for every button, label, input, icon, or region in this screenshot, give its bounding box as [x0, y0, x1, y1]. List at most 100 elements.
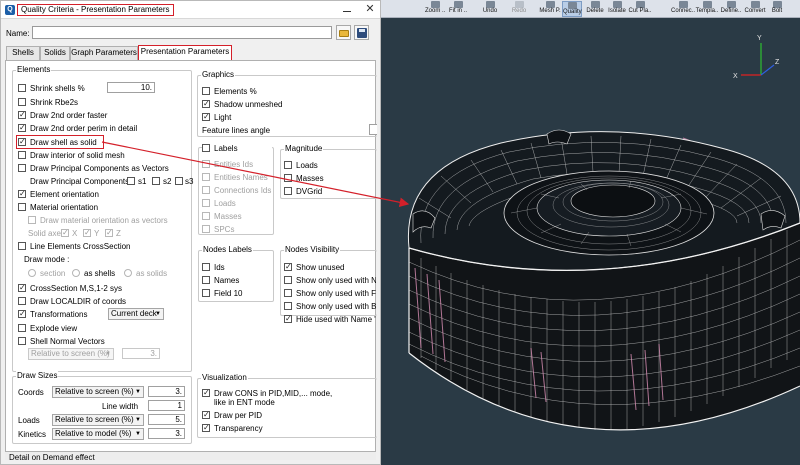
- show-used-name-checkbox[interactable]: [284, 276, 292, 284]
- axis-y-checkbox[interactable]: ✓: [83, 229, 91, 237]
- label-masses-checkbox[interactable]: [202, 212, 210, 220]
- zoom-button[interactable]: Zoom ..: [425, 1, 445, 17]
- s3-checkbox[interactable]: [175, 177, 183, 185]
- draw-localdir-checkbox[interactable]: [18, 297, 26, 305]
- cut-plane-icon: [635, 1, 645, 8]
- mode-solids-radio[interactable]: [124, 269, 132, 277]
- coords-select[interactable]: Relative to screen (%) ▼: [52, 386, 144, 398]
- dialog-titlebar[interactable]: Q Quality Criteria - Presentation Parame…: [1, 1, 380, 19]
- element-orientation-checkbox[interactable]: ✓: [18, 190, 26, 198]
- cut-plane-button[interactable]: Cut Pla..: [628, 1, 652, 17]
- magnitude-dvgrid-checkbox[interactable]: [284, 187, 292, 195]
- label-connections-ids-checkbox[interactable]: [202, 186, 210, 194]
- nodes-label-names-checkbox[interactable]: [202, 276, 210, 284]
- crosssection-checkbox[interactable]: ✓: [18, 284, 26, 292]
- tab-solids[interactable]: Solids: [40, 46, 70, 60]
- mesh-model-view[interactable]: Y X Z: [381, 18, 800, 465]
- draw-2nd-order-faster-row: ✓ Draw 2nd order faster: [18, 110, 188, 121]
- bolt-button[interactable]: Bolt: [769, 1, 785, 17]
- fit-in-button[interactable]: Fit in ..: [447, 1, 469, 17]
- show-used-bolt-checkbox[interactable]: [284, 302, 292, 310]
- draw-per-pid-checkbox[interactable]: ✓: [202, 411, 210, 419]
- show-used-name-row: Show only used with Nam: [284, 275, 376, 286]
- coords-size-input[interactable]: 3.: [148, 386, 185, 397]
- draw-2nd-order-perim-checkbox[interactable]: ✓: [18, 124, 26, 132]
- elements-pct-checkbox[interactable]: [202, 87, 210, 95]
- shell-normal-input[interactable]: 3.: [122, 348, 160, 359]
- light-checkbox[interactable]: ✓: [202, 113, 210, 121]
- label-entities-ids-checkbox[interactable]: [202, 160, 210, 168]
- labels-checkbox[interactable]: [202, 144, 210, 152]
- hide-used-name-row: ✓ Hide used with Name "Sa: [284, 314, 376, 325]
- shell-normal-checkbox[interactable]: [18, 337, 26, 345]
- loads-select[interactable]: Relative to screen (%) ▼: [52, 414, 144, 426]
- templates-button[interactable]: Templa..: [695, 1, 719, 17]
- isolate-button[interactable]: Isolate: [607, 1, 627, 17]
- kinetics-size-input[interactable]: 3.: [148, 428, 185, 439]
- undo-button[interactable]: Undo: [482, 1, 498, 17]
- s1-checkbox[interactable]: [127, 177, 135, 185]
- shrink-rbe2s-checkbox[interactable]: [18, 98, 26, 106]
- hide-used-name-checkbox[interactable]: ✓: [284, 315, 292, 323]
- line-width-input[interactable]: 1: [148, 400, 185, 411]
- label-loads-row: Loads: [202, 198, 272, 209]
- material-orientation-checkbox[interactable]: [18, 203, 26, 211]
- convert-button[interactable]: Convert: [743, 1, 767, 17]
- mode-shells-radio[interactable]: [72, 269, 80, 277]
- kinetics-select[interactable]: Relative to model (%) ▼: [52, 428, 144, 440]
- mode-section-radio[interactable]: [28, 269, 36, 277]
- draw-principal-vectors-checkbox[interactable]: [18, 164, 26, 172]
- axis-z-line: [760, 64, 775, 76]
- connections-button[interactable]: Connec..: [671, 1, 695, 17]
- magnitude-dvgrid-row: DVGrid: [284, 186, 374, 197]
- crosssection-label: CrossSection M,S,1-2 sys: [30, 284, 123, 293]
- tab-shells[interactable]: Shells: [6, 46, 40, 60]
- label-loads-checkbox[interactable]: [202, 199, 210, 207]
- name-input[interactable]: [32, 26, 332, 39]
- redo-button[interactable]: Redo: [511, 1, 527, 17]
- nodes-label-field10-checkbox[interactable]: [202, 289, 210, 297]
- transformations-select[interactable]: Current deck ▼: [108, 308, 164, 320]
- quality-button[interactable]: Quality: [562, 1, 582, 17]
- label-entities-names-checkbox[interactable]: [202, 173, 210, 181]
- shell-normal-select[interactable]: Relative to screen (%) ▼: [28, 348, 114, 360]
- define-button[interactable]: Define..: [719, 1, 743, 17]
- axis-x-checkbox[interactable]: ✓: [61, 229, 69, 237]
- axis-z-checkbox[interactable]: ✓: [105, 229, 113, 237]
- minimize-button[interactable]: [341, 3, 353, 17]
- tab-graph-parameters[interactable]: Graph Parameters: [70, 46, 138, 60]
- axis-triad: Y X Z: [733, 35, 780, 80]
- 3d-viewport[interactable]: Zoom .. Fit in .. Undo Redo Mesh P. Qual…: [381, 0, 800, 465]
- draw-2nd-order-faster-checkbox[interactable]: ✓: [18, 111, 26, 119]
- open-folder-button[interactable]: [336, 25, 351, 40]
- show-used-bolt-label: Show only used with Bolt: [296, 302, 376, 311]
- label-spcs-checkbox[interactable]: [202, 225, 210, 233]
- show-used-field-checkbox[interactable]: [284, 289, 292, 297]
- shrink-shells-input[interactable]: 10.: [107, 82, 155, 93]
- tab-presentation-parameters[interactable]: Presentation Parameters: [138, 45, 232, 61]
- shrink-shells-checkbox[interactable]: [18, 84, 26, 92]
- draw-cons-checkbox[interactable]: ✓: [202, 389, 210, 397]
- draw-shell-as-solid-checkbox[interactable]: ✓: [18, 138, 26, 146]
- save-button[interactable]: [354, 25, 369, 40]
- coords-label: Coords: [18, 388, 44, 397]
- magnitude-masses-checkbox[interactable]: [284, 174, 292, 182]
- feature-angle-input[interactable]: [369, 124, 377, 135]
- show-unused-checkbox[interactable]: ✓: [284, 263, 292, 271]
- axis-y-label: Y: [757, 35, 762, 42]
- shadow-unmeshed-checkbox[interactable]: ✓: [202, 100, 210, 108]
- close-button[interactable]: ✕: [363, 2, 377, 17]
- transformations-checkbox[interactable]: ✓: [18, 310, 26, 318]
- element-orientation-label: Element orientation: [30, 190, 99, 199]
- s2-checkbox[interactable]: [152, 177, 160, 185]
- line-elements-checkbox[interactable]: [18, 242, 26, 250]
- mesh-params-button[interactable]: Mesh P.: [539, 1, 561, 17]
- nodes-label-ids-checkbox[interactable]: [202, 263, 210, 271]
- transparency-checkbox[interactable]: ✓: [202, 424, 210, 432]
- draw-interior-checkbox[interactable]: [18, 151, 26, 159]
- draw-material-vectors-checkbox[interactable]: [28, 216, 36, 224]
- loads-size-input[interactable]: 5.: [148, 414, 185, 425]
- magnitude-loads-checkbox[interactable]: [284, 161, 292, 169]
- delete-button[interactable]: Delete: [585, 1, 605, 17]
- explode-view-checkbox[interactable]: [18, 324, 26, 332]
